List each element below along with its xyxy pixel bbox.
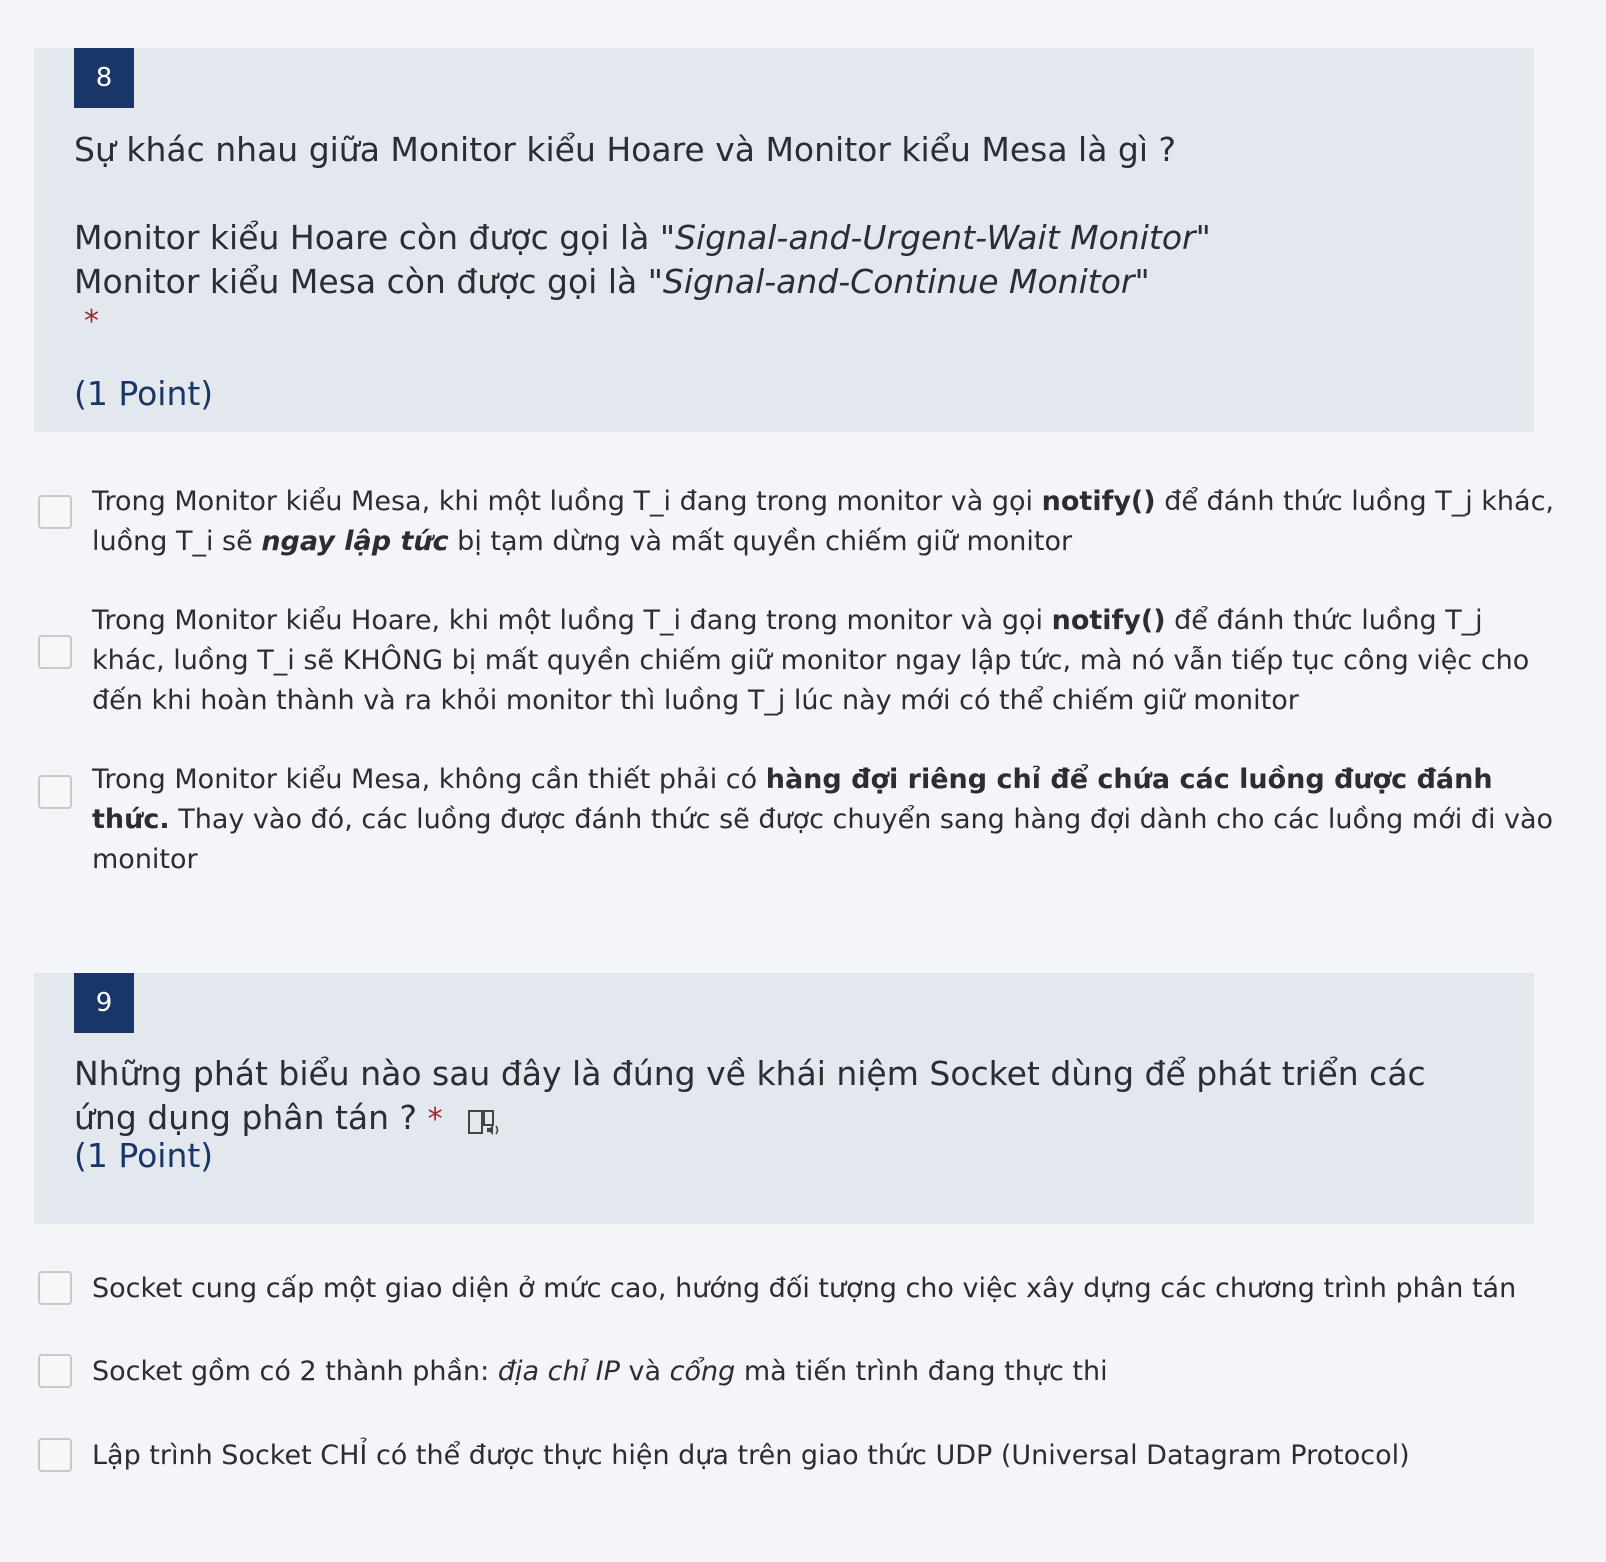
question-number-badge: 9	[74, 973, 134, 1033]
question-subtitle: Monitor kiểu Hoare còn được gọi là "Sign…	[74, 216, 1211, 304]
option-label[interactable]: Lập trình Socket CHỈ có thể được thực hi…	[92, 1436, 1562, 1476]
question-8-card: 8 Sự khác nhau giữa Monitor kiểu Hoare v…	[34, 48, 1534, 432]
option-label[interactable]: Trong Monitor kiểu Mesa, không cần thiết…	[92, 760, 1562, 880]
option-label[interactable]: Socket gồm có 2 thành phần: địa chỉ IP v…	[92, 1352, 1562, 1392]
option-checkbox[interactable]	[38, 775, 72, 809]
option-checkbox[interactable]	[38, 1354, 72, 1388]
subtitle-line-mesa: Monitor kiểu Mesa còn được gọi là "Signa…	[74, 262, 1150, 301]
question-points: (1 Point)	[74, 374, 214, 413]
option-label[interactable]: Socket cung cấp một giao diện ở mức cao,…	[92, 1269, 1562, 1309]
option-checkbox[interactable]	[38, 1271, 72, 1305]
subtitle-line-hoare: Monitor kiểu Hoare còn được gọi là "Sign…	[74, 218, 1211, 257]
question-title: Sự khác nhau giữa Monitor kiểu Hoare và …	[74, 130, 1177, 169]
question-number-badge: 8	[74, 48, 134, 108]
required-asterisk: *	[84, 304, 99, 339]
option-checkbox[interactable]	[38, 1438, 72, 1472]
required-asterisk: *	[427, 1102, 443, 1137]
form-page: 8 Sự khác nhau giữa Monitor kiểu Hoare v…	[0, 0, 1606, 1562]
option-checkbox[interactable]	[38, 635, 72, 669]
question-9-card: 9 Những phát biểu nào sau đây là đúng về…	[34, 973, 1534, 1224]
option-checkbox[interactable]	[38, 495, 72, 529]
question-points: (1 Point)	[74, 1136, 214, 1175]
immersive-reader-icon[interactable]	[467, 1105, 501, 1135]
question-title: Những phát biểu nào sau đây là đúng về k…	[74, 1054, 1426, 1137]
option-label[interactable]: Trong Monitor kiểu Hoare, khi một luồng …	[92, 601, 1562, 721]
option-label[interactable]: Trong Monitor kiểu Mesa, khi một luồng T…	[92, 482, 1562, 562]
